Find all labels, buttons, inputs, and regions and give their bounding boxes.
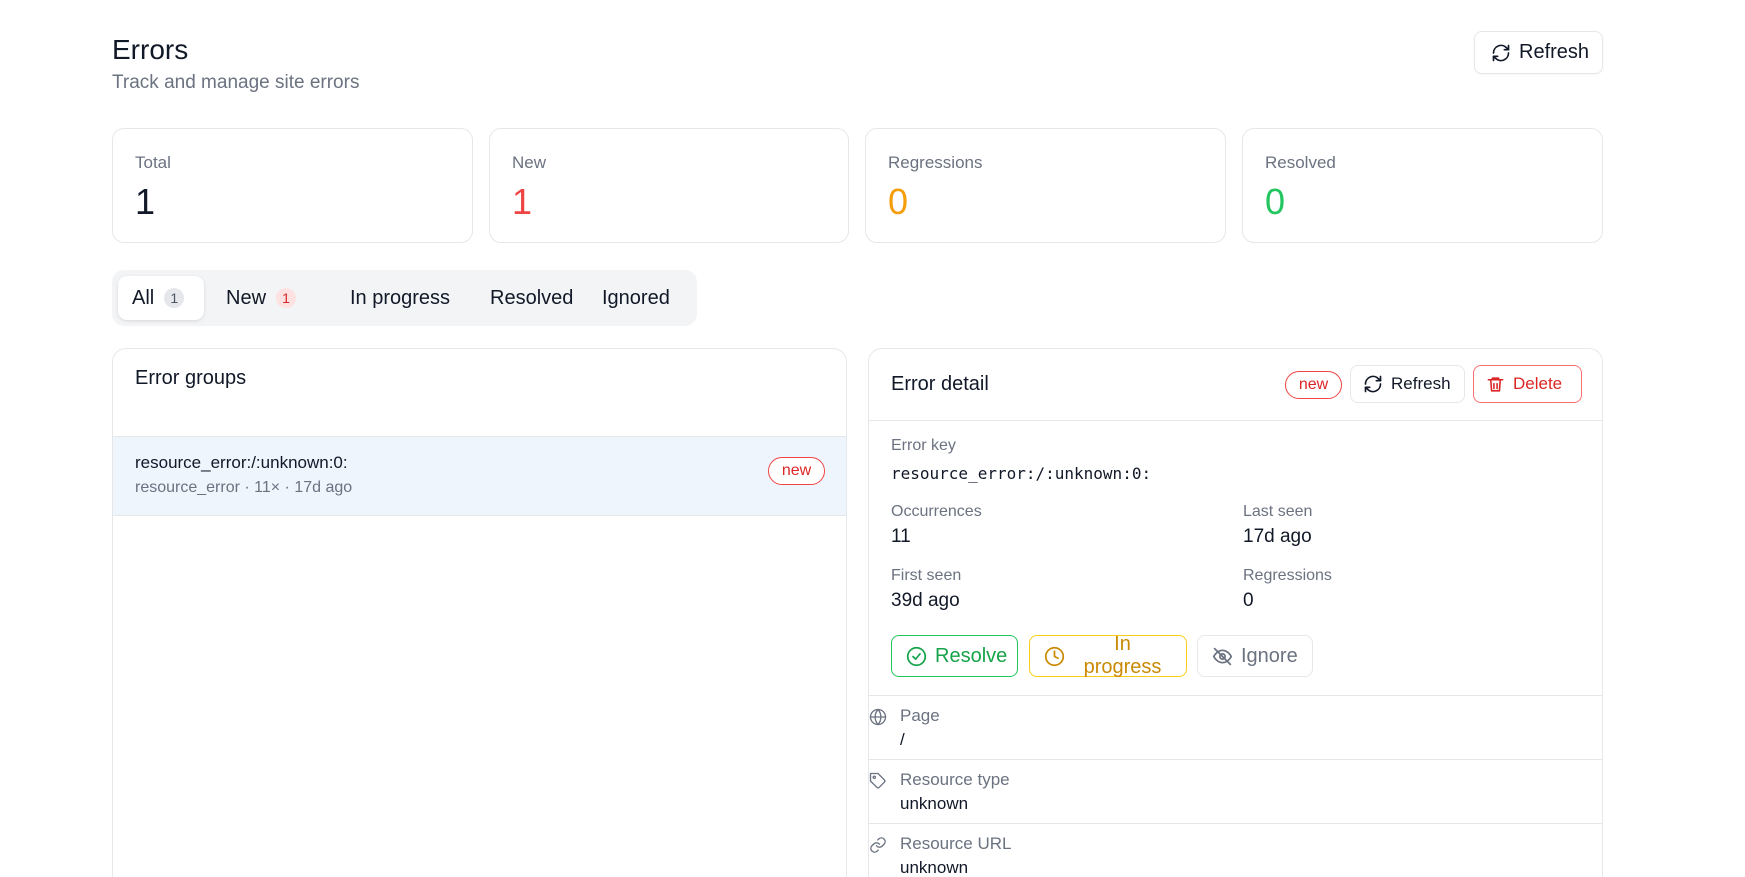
- last-seen-label: Last seen: [1243, 503, 1313, 520]
- tab-in-progress[interactable]: In progress: [336, 276, 464, 320]
- in-progress-button[interactable]: In progress: [1029, 633, 1187, 678]
- regressions-label: Regressions: [1243, 567, 1332, 584]
- ignore-button[interactable]: Ignore: [1197, 635, 1313, 677]
- link-icon: [869, 836, 887, 854]
- check-circle-icon: [906, 646, 927, 667]
- stat-label: Regressions: [888, 153, 983, 172]
- occurrences-value: 11: [891, 526, 911, 547]
- stat-value: 1: [512, 181, 533, 222]
- delete-button[interactable]: Delete: [1473, 365, 1582, 403]
- stat-card-new: New 1: [489, 128, 849, 243]
- meta-row-resource-url: Resource URL unknown: [869, 823, 1602, 877]
- resolve-button[interactable]: Resolve: [891, 635, 1018, 677]
- error-group-key: resource_error:/:unknown:0:: [135, 453, 348, 472]
- regressions-value: 0: [1243, 590, 1254, 611]
- occurrences-label: Occurrences: [891, 503, 982, 520]
- in-progress-label: In progress: [1083, 633, 1162, 678]
- meta-label: Resource type: [900, 770, 1010, 789]
- error-groups-panel: Error groups resource_error:/:unknown:0:…: [112, 348, 847, 877]
- error-key-label: Error key: [891, 437, 956, 454]
- meta-row-page: Page /: [869, 695, 1602, 759]
- error-group-meta: resource_error · 11× · 17d ago: [135, 479, 353, 496]
- stat-label: Resolved: [1265, 153, 1336, 172]
- ignore-label: Ignore: [1241, 644, 1298, 667]
- tab-all[interactable]: All 1: [118, 276, 204, 320]
- error-detail-panel: Error detail new Refresh Delete Error ke…: [868, 348, 1603, 877]
- last-seen-value: 17d ago: [1243, 526, 1312, 547]
- delete-label: Delete: [1513, 374, 1563, 393]
- tab-label: New: [226, 286, 267, 309]
- tab-label: Ignored: [602, 286, 670, 309]
- tab-label: All: [132, 286, 155, 309]
- stat-card-resolved: Resolved 0: [1242, 128, 1603, 243]
- page-subtitle: Track and manage site errors: [112, 72, 360, 93]
- detail-refresh-button[interactable]: Refresh: [1350, 365, 1465, 403]
- stat-value: 0: [1265, 181, 1286, 222]
- refresh-icon: [1491, 43, 1511, 63]
- clock-icon: [1044, 646, 1065, 667]
- tab-count: 1: [276, 288, 297, 308]
- stat-value: 1: [135, 181, 156, 222]
- stat-card-total: Total 1: [112, 128, 473, 243]
- tab-resolved[interactable]: Resolved: [476, 276, 587, 320]
- eye-off-icon: [1212, 646, 1233, 667]
- page-title: Errors: [112, 34, 189, 65]
- tab-ignored[interactable]: Ignored: [588, 276, 684, 320]
- tag-icon: [869, 772, 887, 790]
- tab-count: 1: [164, 288, 185, 308]
- first-seen-label: First seen: [891, 567, 962, 584]
- status-badge: new: [768, 457, 825, 485]
- meta-row-resource-type: Resource type unknown: [869, 759, 1602, 823]
- refresh-label: Refresh: [1391, 374, 1451, 393]
- meta-label: Page: [900, 706, 940, 725]
- refresh-button[interactable]: Refresh: [1474, 31, 1603, 74]
- stat-card-regressions: Regressions 0: [865, 128, 1226, 243]
- status-badge: new: [1285, 371, 1342, 399]
- refresh-label: Refresh: [1519, 41, 1590, 63]
- detail-header: Error detail new Refresh Delete: [869, 349, 1602, 421]
- first-seen-value: 39d ago: [891, 590, 960, 611]
- refresh-icon: [1363, 374, 1383, 394]
- resolve-label: Resolve: [935, 644, 1008, 667]
- status-tabs: All 1 New 1 In progress Resolved Ignored: [112, 270, 697, 326]
- panel-title: Error groups: [135, 367, 247, 389]
- trash-icon: [1486, 375, 1505, 394]
- errors-page: Errors Track and manage site errors Refr…: [0, 0, 1745, 877]
- tab-new[interactable]: New 1: [212, 276, 312, 320]
- tab-label: In progress: [350, 286, 451, 309]
- globe-icon: [869, 708, 887, 726]
- meta-label: Resource URL: [900, 834, 1012, 853]
- error-key-value: resource_error:/:unknown:0:: [891, 464, 1152, 483]
- meta-value: /: [900, 730, 905, 749]
- panel-title: Error detail: [891, 373, 989, 395]
- error-group-row[interactable]: resource_error:/:unknown:0: resource_err…: [113, 436, 846, 516]
- stat-label: New: [512, 153, 547, 172]
- stat-label: Total: [135, 153, 171, 172]
- tab-label: Resolved: [490, 286, 574, 309]
- stat-value: 0: [888, 181, 909, 222]
- meta-value: unknown: [900, 858, 969, 877]
- meta-value: unknown: [900, 794, 969, 813]
